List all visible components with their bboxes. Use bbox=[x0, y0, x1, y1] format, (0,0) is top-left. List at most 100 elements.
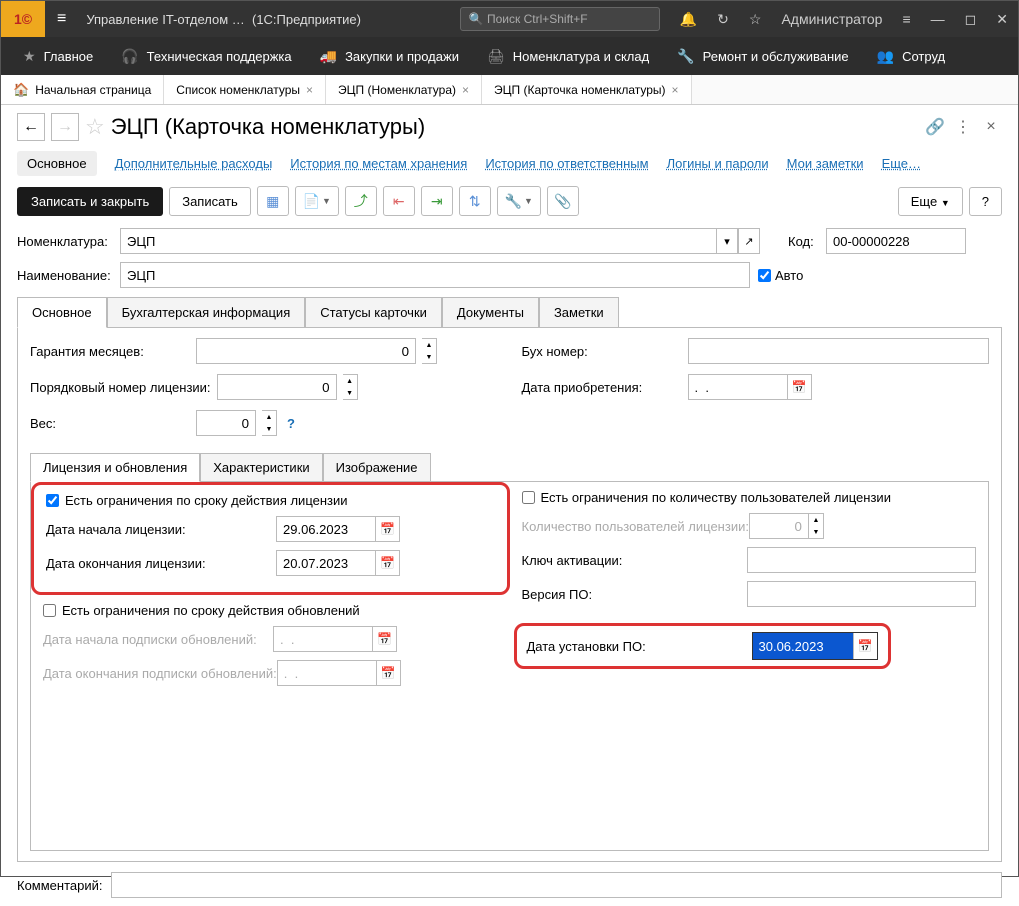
upd-end-label: Дата окончания подписки обновлений: bbox=[43, 666, 277, 681]
titlebar: 1© ≡ Управление IT-отделом … (1С:Предпри… bbox=[1, 1, 1018, 37]
install-date-input[interactable] bbox=[753, 633, 853, 659]
maximize-icon[interactable]: ◻ bbox=[955, 11, 987, 28]
hamburger-icon[interactable]: ≡ bbox=[45, 10, 78, 28]
subtab-image[interactable]: Изображение bbox=[323, 453, 431, 482]
link-more[interactable]: Еще… bbox=[882, 156, 921, 171]
kebab-icon[interactable]: ⋮ bbox=[952, 117, 974, 137]
move-left-button[interactable]: ⇤ bbox=[383, 186, 415, 216]
buh-input[interactable] bbox=[688, 338, 990, 364]
menu-employees[interactable]: 👥Сотруд bbox=[863, 37, 959, 75]
menu-nomenclature[interactable]: 🖨Номенклатура и склад bbox=[473, 37, 663, 75]
nomenclature-input[interactable] bbox=[120, 228, 716, 254]
open-ref-icon[interactable]: ↗ bbox=[738, 228, 760, 254]
settings-lines-icon[interactable]: ≡ bbox=[892, 11, 920, 27]
settings-dropdown-button[interactable]: 🔧▼ bbox=[497, 186, 541, 216]
sub-tabs: Лицензия и обновления Характеристики Изо… bbox=[30, 452, 989, 851]
close-window-icon[interactable]: ✕ bbox=[986, 11, 1018, 28]
tab-statuses[interactable]: Статусы карточки bbox=[305, 297, 442, 328]
weight-spinner[interactable]: ▲▼ bbox=[262, 410, 277, 436]
history-icon[interactable]: ↻ bbox=[707, 11, 739, 28]
code-input[interactable] bbox=[826, 228, 966, 254]
copy-dropdown-button[interactable]: 📄▼ bbox=[295, 186, 339, 216]
menu-repair[interactable]: 🔧Ремонт и обслуживание bbox=[663, 37, 862, 75]
tab-accounting[interactable]: Бухгалтерская информация bbox=[107, 297, 306, 328]
license-start-input[interactable] bbox=[276, 516, 376, 542]
highlight-license-dates: Есть ограничения по сроку действия лицен… bbox=[31, 482, 510, 595]
warranty-input[interactable] bbox=[196, 338, 416, 364]
calendar-icon[interactable]: 📅 bbox=[376, 516, 400, 542]
upd-end-input bbox=[277, 660, 377, 686]
upd-start-input bbox=[273, 626, 373, 652]
tab-card[interactable]: ЭЦП (Карточка номенклатуры)× bbox=[482, 75, 692, 104]
link-expenses[interactable]: Дополнительные расходы bbox=[115, 156, 273, 171]
people-icon: 👥 bbox=[877, 48, 894, 65]
move-right-button[interactable]: ⇥ bbox=[421, 186, 453, 216]
link-main[interactable]: Основное bbox=[17, 151, 97, 176]
tab-notes[interactable]: Заметки bbox=[539, 297, 619, 328]
document-icon-button[interactable]: ▦ bbox=[257, 186, 289, 216]
subtab-license[interactable]: Лицензия и обновления bbox=[30, 453, 200, 482]
warranty-spinner[interactable]: ▲▼ bbox=[422, 338, 437, 364]
link-logins[interactable]: Логины и пароли bbox=[667, 156, 769, 171]
link-history-places[interactable]: История по местам хранения bbox=[290, 156, 467, 171]
version-input[interactable] bbox=[747, 581, 977, 607]
window-title: Управление IT-отделом … (1С:Предприятие) bbox=[78, 12, 459, 27]
help-button[interactable]: ? bbox=[969, 187, 1002, 216]
menu-support[interactable]: 🎧Техническая поддержка bbox=[107, 37, 305, 75]
attach-button[interactable]: 📎 bbox=[547, 186, 579, 216]
close-icon[interactable]: × bbox=[306, 83, 313, 97]
purchase-date-input[interactable] bbox=[688, 374, 788, 400]
save-close-button[interactable]: Записать и закрыть bbox=[17, 187, 163, 216]
key-input[interactable] bbox=[747, 547, 977, 573]
tab-documents[interactable]: Документы bbox=[442, 297, 539, 328]
menu-main[interactable]: ★Главное bbox=[9, 37, 107, 75]
nav-back-button[interactable]: ← bbox=[17, 113, 45, 141]
help-icon[interactable]: ? bbox=[287, 416, 295, 431]
tab-main[interactable]: Основное bbox=[17, 297, 107, 328]
bell-icon[interactable]: 🔔 bbox=[670, 11, 707, 28]
swap-button[interactable]: ⇅ bbox=[459, 186, 491, 216]
link-notes[interactable]: Мои заметки bbox=[787, 156, 864, 171]
wrench-icon: 🔧 bbox=[677, 48, 694, 65]
link-history-responsible[interactable]: История по ответственным bbox=[485, 156, 648, 171]
buh-label: Бух номер: bbox=[522, 344, 682, 359]
subtab-characteristics[interactable]: Характеристики bbox=[200, 453, 322, 482]
dropdown-icon[interactable]: ▾ bbox=[716, 228, 738, 254]
link-icon[interactable]: 🔗 bbox=[924, 117, 946, 137]
name-input[interactable] bbox=[120, 262, 750, 288]
nav-forward-button[interactable]: → bbox=[51, 113, 79, 141]
tab-home[interactable]: 🏠Начальная страница bbox=[1, 75, 164, 104]
limit-license-checkbox[interactable] bbox=[46, 494, 59, 507]
close-icon[interactable]: × bbox=[672, 83, 679, 97]
save-button[interactable]: Записать bbox=[169, 187, 251, 216]
headset-icon: 🎧 bbox=[121, 48, 138, 65]
close-icon[interactable]: × bbox=[462, 83, 469, 97]
minimize-icon[interactable]: — bbox=[921, 11, 955, 27]
license-end-input[interactable] bbox=[276, 550, 376, 576]
menu-purchases[interactable]: 🚚Закупки и продажи bbox=[306, 37, 473, 75]
export-button[interactable]: ⤴ bbox=[345, 186, 377, 216]
calendar-icon: 📅 bbox=[377, 660, 401, 686]
comment-input[interactable] bbox=[111, 872, 1003, 898]
page-header: ← → ☆ ЭЦП (Карточка номенклатуры) 🔗 ⋮ × bbox=[17, 113, 1002, 141]
limit-users-checkbox[interactable] bbox=[522, 491, 535, 504]
limit-upd-checkbox[interactable] bbox=[43, 604, 56, 617]
weight-input[interactable] bbox=[196, 410, 256, 436]
star-filled-icon: ★ bbox=[23, 48, 36, 65]
calendar-icon[interactable]: 📅 bbox=[788, 374, 812, 400]
user-label[interactable]: Администратор bbox=[771, 11, 892, 27]
serial-spinner[interactable]: ▲▼ bbox=[343, 374, 358, 400]
tab-nomenclature[interactable]: ЭЦП (Номенклатура)× bbox=[326, 75, 482, 104]
auto-checkbox[interactable]: Авто bbox=[758, 268, 853, 283]
serial-label: Порядковый номер лицензии: bbox=[30, 380, 211, 395]
serial-input[interactable] bbox=[217, 374, 337, 400]
star-icon[interactable]: ☆ bbox=[739, 11, 772, 28]
favorite-icon[interactable]: ☆ bbox=[85, 114, 105, 140]
weight-label: Вес: bbox=[30, 416, 190, 431]
more-button[interactable]: Еще ▼ bbox=[898, 187, 963, 216]
close-page-icon[interactable]: × bbox=[980, 118, 1002, 136]
calendar-icon[interactable]: 📅 bbox=[853, 633, 877, 659]
tab-list[interactable]: Список номенклатуры× bbox=[164, 75, 326, 104]
global-search[interactable]: 🔍 Поиск Ctrl+Shift+F bbox=[460, 7, 660, 31]
calendar-icon[interactable]: 📅 bbox=[376, 550, 400, 576]
